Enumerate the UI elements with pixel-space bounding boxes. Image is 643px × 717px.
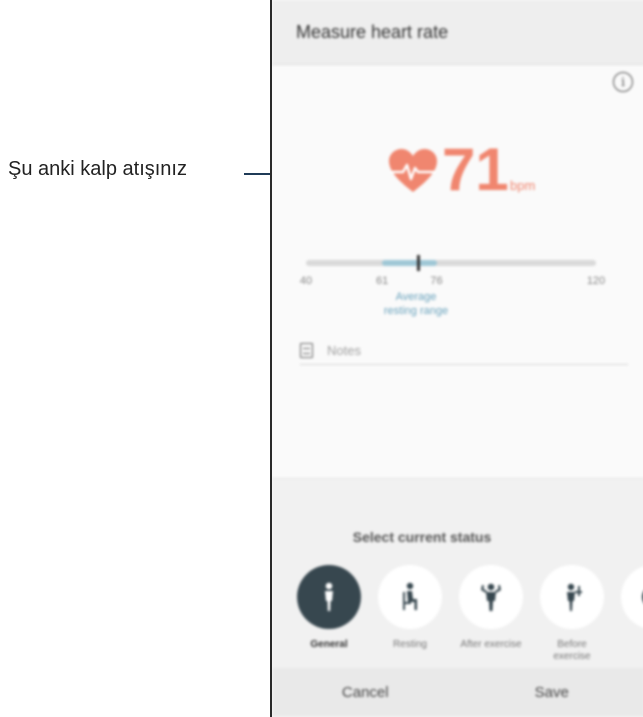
seated-person-icon — [403, 582, 417, 610]
flexing-person-icon — [481, 583, 501, 611]
status-label: Before exercise — [553, 639, 591, 662]
status-circle — [540, 565, 604, 629]
cancel-button[interactable]: Cancel — [272, 684, 459, 701]
app-bar: Measure heart rate — [272, 0, 643, 65]
status-circle — [459, 565, 523, 629]
status-general-button[interactable]: General — [293, 565, 365, 651]
status-circle — [297, 565, 361, 629]
callout-label: Şu anki kalp atışınız — [8, 158, 187, 180]
resting-range-bar — [306, 255, 596, 271]
page-title: Measure heart rate — [296, 21, 449, 42]
heart-rate-unit: bpm — [510, 178, 536, 193]
status-label: General — [310, 639, 348, 650]
status-title: Select current status — [352, 529, 492, 545]
status-label: E — [617, 639, 643, 651]
status-before-exercise-button[interactable]: Before exercise — [536, 565, 608, 663]
range-caption: Average resting range — [376, 290, 456, 318]
range-tick-max: 120 — [586, 275, 606, 287]
heart-icon — [389, 149, 437, 192]
status-after-exercise-button[interactable]: After exercise — [455, 565, 527, 651]
status-circle — [378, 565, 442, 629]
person-with-weight-icon — [567, 583, 582, 611]
range-caption-line1: Average — [395, 291, 437, 303]
notes-row — [300, 336, 628, 365]
range-tick-low: 61 — [376, 275, 389, 287]
status-circle — [621, 565, 643, 629]
info-icon[interactable]: i — [613, 72, 633, 92]
status-label: After exercise — [460, 639, 522, 650]
status-resting-button[interactable]: Resting — [374, 565, 446, 651]
save-button[interactable]: Save — [459, 684, 643, 701]
status-clipped-button[interactable]: E — [617, 565, 643, 651]
resting-range-fill — [382, 260, 437, 266]
range-tick-high: 76 — [430, 275, 443, 287]
range-tick-min: 40 — [299, 275, 313, 287]
notes-icon — [300, 342, 313, 358]
notes-input[interactable] — [327, 342, 587, 358]
range-caption-line2: resting range — [383, 305, 449, 317]
screen-content: Measure heart rate i 71 bpm 40 61 76 120… — [272, 0, 643, 717]
status-panel: Select current status General Resting Af… — [272, 478, 643, 669]
heart-rate-value: 71 — [442, 136, 509, 203]
current-rate-marker — [416, 255, 420, 271]
status-label: Resting — [393, 639, 427, 650]
standing-person-icon — [325, 582, 333, 611]
phone-screen: Measure heart rate i 71 bpm 40 61 76 120… — [270, 0, 643, 717]
bottom-action-bar: Cancel Save — [272, 668, 643, 717]
